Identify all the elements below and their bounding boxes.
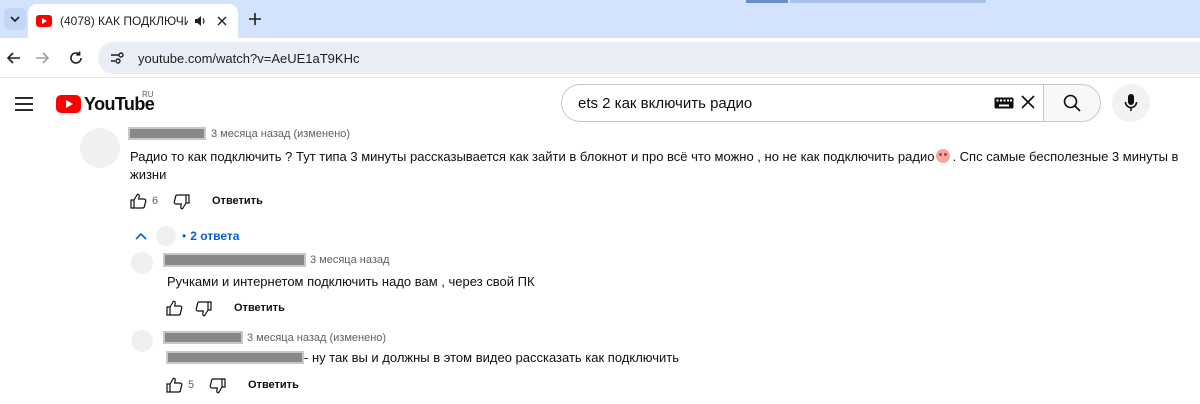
window-edge-mark-2 bbox=[790, 0, 986, 3]
site-info-icon[interactable] bbox=[106, 47, 128, 69]
redacted-username bbox=[163, 253, 306, 267]
voice-search-button[interactable] bbox=[1112, 84, 1150, 122]
chevron-down-icon bbox=[10, 16, 20, 23]
plus-icon bbox=[249, 13, 261, 25]
reply-button[interactable]: Ответить bbox=[248, 379, 299, 391]
back-button[interactable] bbox=[2, 46, 26, 70]
search-icon bbox=[1063, 94, 1081, 112]
reply-avatar[interactable] bbox=[131, 330, 153, 352]
commenter-avatar[interactable] bbox=[80, 128, 120, 168]
address-bar[interactable]: youtube.com/watch?v=AeUE1aT9KHc bbox=[98, 42, 1200, 74]
new-tab-button[interactable] bbox=[244, 8, 266, 30]
thumbs-down-icon bbox=[173, 194, 190, 210]
reply-timestamp[interactable]: 3 месяца назад bbox=[310, 254, 389, 266]
browser-tab-strip: (4078) КАК ПОДКЛЮЧИТЬ bbox=[0, 0, 1200, 38]
like-count: 5 bbox=[188, 379, 195, 391]
reply-avatar[interactable] bbox=[131, 252, 153, 274]
like-button[interactable] bbox=[129, 192, 147, 210]
browser-tab-active[interactable]: (4078) КАК ПОДКЛЮЧИТЬ bbox=[28, 4, 238, 38]
chevron-up-icon bbox=[134, 229, 148, 243]
like-count: 6 bbox=[152, 195, 159, 207]
youtube-play-logo-icon bbox=[56, 95, 81, 113]
window-edge-mark bbox=[746, 0, 788, 3]
forward-arrow-icon bbox=[36, 52, 50, 64]
tab-search-button[interactable] bbox=[4, 8, 26, 30]
speaker-icon[interactable] bbox=[192, 13, 208, 29]
search-box bbox=[561, 84, 1043, 122]
thumbs-up-icon bbox=[165, 377, 182, 393]
thumbs-up-icon bbox=[129, 193, 146, 209]
hamburger-menu-icon bbox=[15, 97, 33, 111]
reply-button[interactable]: Ответить bbox=[234, 302, 285, 314]
redacted-mention bbox=[166, 351, 304, 364]
youtube-logo[interactable]: YouTube bbox=[56, 93, 155, 115]
reply-avatar-preview bbox=[156, 226, 176, 246]
browser-toolbar: youtube.com/watch?v=AeUE1aT9KHc bbox=[0, 38, 1200, 78]
comment-text-part-1: Радио то как подключить ? Тут типа 3 мин… bbox=[130, 149, 935, 164]
redacted-username bbox=[128, 127, 206, 140]
region-code: RU bbox=[142, 90, 154, 99]
tab-title: (4078) КАК ПОДКЛЮЧИТЬ bbox=[60, 14, 188, 28]
reply-text: - ну так вы и должны в этом видео расска… bbox=[304, 350, 680, 365]
back-arrow-icon bbox=[6, 52, 20, 64]
dog-face-emoji-icon bbox=[936, 149, 951, 163]
clear-search-icon[interactable] bbox=[1018, 92, 1038, 112]
like-button[interactable] bbox=[165, 299, 183, 317]
close-tab-icon[interactable] bbox=[214, 13, 230, 29]
thumbs-up-icon bbox=[165, 300, 182, 316]
replies-toggle[interactable]: • 2 ответа bbox=[134, 226, 239, 246]
forward-button[interactable] bbox=[30, 46, 54, 70]
reply-timestamp[interactable]: 3 месяца назад (изменено) bbox=[247, 332, 386, 344]
yt-guide-menu-button[interactable] bbox=[12, 92, 36, 116]
like-button[interactable] bbox=[165, 376, 183, 394]
microphone-icon bbox=[1124, 94, 1138, 111]
youtube-favicon-icon bbox=[36, 15, 52, 27]
dislike-button[interactable] bbox=[172, 193, 190, 211]
reload-icon bbox=[70, 51, 82, 64]
replies-count-label: 2 ответа bbox=[190, 229, 240, 243]
dislike-button[interactable] bbox=[194, 300, 212, 318]
thumbs-down-icon bbox=[195, 301, 212, 317]
thumbs-down-icon bbox=[209, 378, 226, 394]
dislike-button[interactable] bbox=[208, 377, 226, 395]
reply-text: Ручками и интернетом подключить надо вам… bbox=[167, 274, 535, 289]
separator-dot: • bbox=[182, 229, 187, 243]
comment-text: Радио то как подключить ? Тут типа 3 мин… bbox=[130, 148, 1190, 184]
redacted-username bbox=[163, 331, 243, 344]
search-button[interactable] bbox=[1043, 84, 1101, 122]
reload-button[interactable] bbox=[64, 46, 88, 70]
search-input[interactable] bbox=[578, 94, 978, 112]
keyboard-icon[interactable] bbox=[994, 96, 1014, 110]
url-text: youtube.com/watch?v=AeUE1aT9KHc bbox=[138, 50, 360, 66]
comment-timestamp[interactable]: 3 месяца назад (изменено) bbox=[211, 128, 350, 140]
reply-button[interactable]: Ответить bbox=[212, 195, 263, 207]
